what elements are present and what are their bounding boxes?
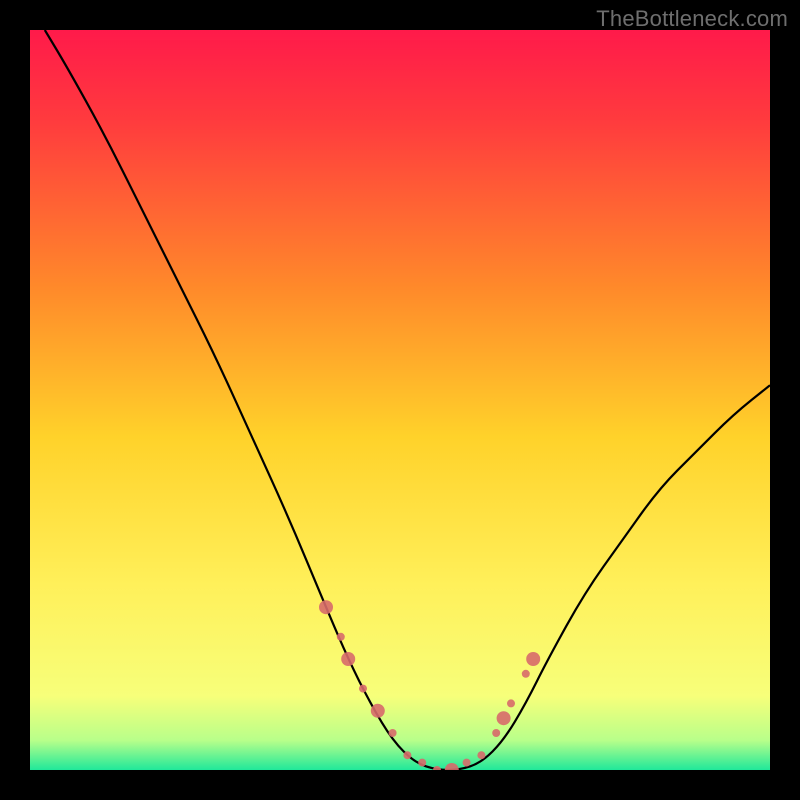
marker-point [477, 751, 485, 759]
marker-point [341, 652, 355, 666]
marker-point [526, 652, 540, 666]
marker-point [463, 759, 471, 767]
marker-point [371, 704, 385, 718]
chart-container: TheBottleneck.com [0, 0, 800, 800]
chart-svg [30, 30, 770, 770]
marker-point [522, 670, 530, 678]
plot-area [30, 30, 770, 770]
gradient-background [30, 30, 770, 770]
marker-point [389, 729, 397, 737]
marker-point [418, 759, 426, 767]
marker-point [403, 751, 411, 759]
marker-point [497, 711, 511, 725]
marker-point [319, 600, 333, 614]
marker-point [507, 699, 515, 707]
marker-point [337, 633, 345, 641]
marker-point [492, 729, 500, 737]
watermark-text: TheBottleneck.com [596, 6, 788, 32]
marker-point [359, 685, 367, 693]
